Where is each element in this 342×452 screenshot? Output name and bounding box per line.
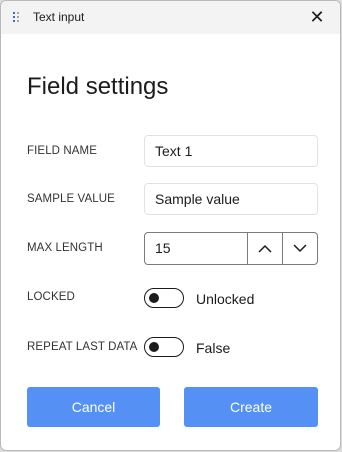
locked-toggle[interactable] (144, 288, 184, 308)
page-title: Field settings (27, 73, 169, 100)
cancel-button[interactable]: Cancel (27, 387, 160, 427)
decrement-button[interactable] (282, 233, 317, 264)
max-length-label: MAX LENGTH (27, 242, 103, 254)
window-title: Text input (33, 10, 85, 24)
sample-value-input[interactable]: Sample value (144, 183, 318, 215)
title-bar: Text input ✕ (1, 1, 340, 34)
field-name-input[interactable]: Text 1 (144, 135, 318, 167)
create-button[interactable]: Create (184, 387, 318, 427)
close-icon: ✕ (309, 7, 325, 27)
increment-button[interactable] (247, 233, 282, 264)
app-icon (13, 12, 23, 23)
sample-value-label: SAMPLE VALUE (27, 193, 115, 205)
locked-label: LOCKED (27, 291, 75, 303)
close-button[interactable]: ✕ (294, 1, 340, 34)
max-length-input[interactable]: 15 (145, 233, 247, 264)
field-name-label: FIELD NAME (27, 145, 98, 157)
chevron-up-icon (258, 244, 272, 253)
repeat-last-data-label: REPEAT LAST DATA (27, 341, 138, 353)
chevron-down-icon (293, 244, 307, 253)
repeat-last-data-toggle[interactable] (144, 337, 184, 357)
locked-state-text: Unlocked (196, 291, 255, 307)
dialog-window: Text input ✕ Field settings FIELD NAME T… (0, 0, 341, 451)
repeat-last-data-state-text: False (196, 340, 231, 356)
toggle-knob (149, 341, 159, 352)
max-length-stepper: 15 (144, 232, 318, 265)
toggle-knob (149, 292, 159, 303)
